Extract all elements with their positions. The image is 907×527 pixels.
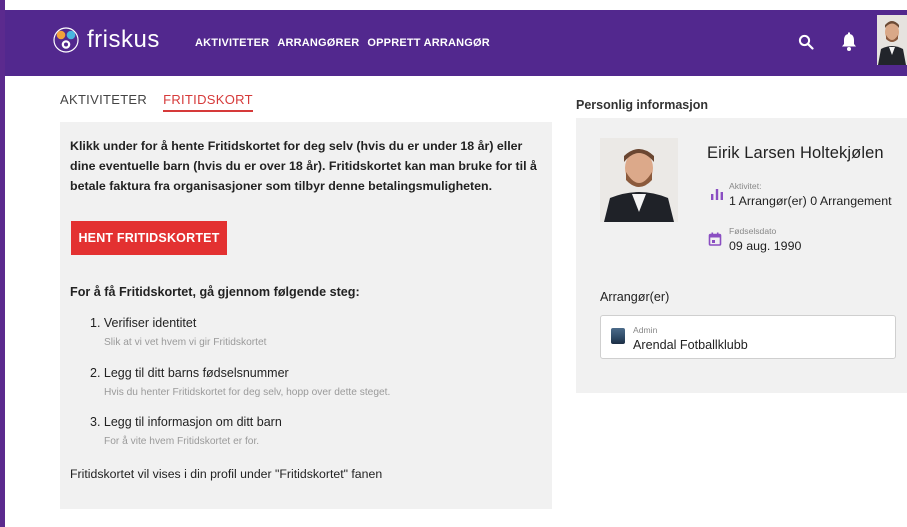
birthdate-value: 09 aug. 1990 [729,239,802,253]
main-nav: AKTIVITETER ARRANGØRER OPPRETT ARRANGØR [195,37,490,49]
window-frame [0,0,5,527]
step-description: Hvis du henter Fritidskortet for deg sel… [104,387,391,398]
profile-photo [600,138,678,222]
nav-opprett-arrangor[interactable]: OPPRETT ARRANGØR [367,37,490,49]
top-navigation-bar: friskus AKTIVITETER ARRANGØRER OPPRETT A… [5,10,907,76]
bar-chart-icon [711,189,723,200]
bell-icon[interactable] [840,32,858,52]
step-description: Slik at vi vet hvem vi gir Fritidskortet [104,337,267,348]
step-description: For å vite hvem Fritidskortet er for. [104,436,260,447]
step-item: 1. Verifiser identitet Slik at vi vet hv… [90,316,266,348]
fritidskort-panel: Klikk under for å hente Fritidskortet fo… [60,122,552,509]
profile-tabs: AKTIVITETER FRITIDSKORT [60,92,253,112]
organizer-logo-icon [611,328,625,344]
step-item: 3. Legg til informasjon om ditt barn For… [90,415,282,447]
footer-note: Fritidskortet vil vises i din profil und… [70,467,383,481]
activity-value: 1 Arrangør(er) 0 Arrangement [729,194,892,208]
search-icon[interactable] [798,34,814,50]
profile-photo-icon [600,138,678,222]
brand-name: friskus [87,26,160,53]
organizer-item[interactable]: Admin Arendal Fotballklubb [600,315,896,359]
tab-aktiviteter[interactable]: AKTIVITETER [60,92,147,112]
step-title: 1. Verifiser identitet [90,316,197,330]
avatar[interactable] [877,15,907,65]
organizers-title: Arrangør(er) [600,290,670,304]
birthdate-label: Fødselsdato [729,226,777,236]
step-title: 3. Legg til informasjon om ditt barn [90,415,282,429]
organizer-role: Admin [633,325,658,335]
hent-fritidskortet-button[interactable]: HENT FRITIDSKORTET [71,221,227,255]
tab-fritidskort[interactable]: FRITIDSKORT [163,92,253,112]
nav-aktiviteter[interactable]: AKTIVITETER [195,37,269,49]
organizer-name: Arendal Fotballklubb [633,338,748,352]
calendar-icon [708,232,722,246]
brand-logo[interactable]: friskus [53,26,160,54]
nav-arrangorer[interactable]: ARRANGØRER [277,37,359,49]
intro-text: Klikk under for å hente Fritidskortet fo… [70,139,537,193]
friskus-logo-icon [53,27,79,53]
steps-title: For å få Fritidskortet, gå gjennom følge… [70,285,360,299]
activity-label: Aktivitet: [729,181,762,191]
step-item: 2. Legg til ditt barns fødselsnummer Hvi… [90,366,390,398]
step-title: 2. Legg til ditt barns fødselsnummer [90,366,289,380]
personal-info-card: Eirik Larsen Holtekjølen Aktivitet: 1 Ar… [576,118,907,393]
profile-name: Eirik Larsen Holtekjølen [707,144,884,162]
personal-info-title: Personlig informasjon [576,98,708,112]
user-photo-icon [877,15,907,65]
